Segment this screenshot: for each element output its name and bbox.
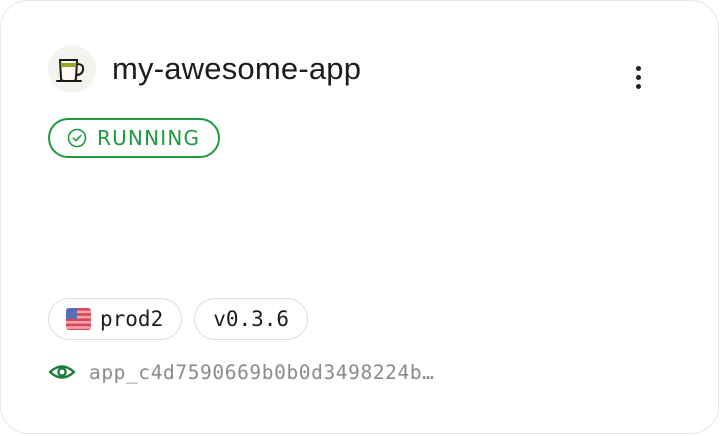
version-tag[interactable]: v0.3.6 (194, 298, 309, 340)
app-id-text: app_c4d7590669b0b0d3498224b… (89, 360, 435, 384)
us-flag-icon (66, 308, 91, 330)
check-circle-icon (67, 128, 87, 148)
app-logo (48, 45, 96, 93)
app-card[interactable]: my-awesome-app RUNNING prod2 v0.3.6 app_… (0, 0, 719, 434)
vertical-ellipsis-icon (635, 65, 641, 71)
coffee-mug-icon (56, 59, 85, 82)
card-header: my-awesome-app (48, 45, 361, 93)
tag-list: prod2 v0.3.6 (48, 298, 309, 340)
status-badge: RUNNING (48, 118, 221, 158)
environment-tag[interactable]: prod2 (48, 298, 183, 340)
more-options-button[interactable] (623, 59, 653, 95)
status-label: RUNNING (97, 126, 201, 150)
version-label: v0.3.6 (213, 307, 290, 331)
app-title: my-awesome-app (112, 51, 362, 86)
app-id-row: app_c4d7590669b0b0d3498224b… (48, 360, 435, 384)
environment-label: prod2 (100, 307, 164, 331)
eye-icon[interactable] (48, 360, 76, 384)
